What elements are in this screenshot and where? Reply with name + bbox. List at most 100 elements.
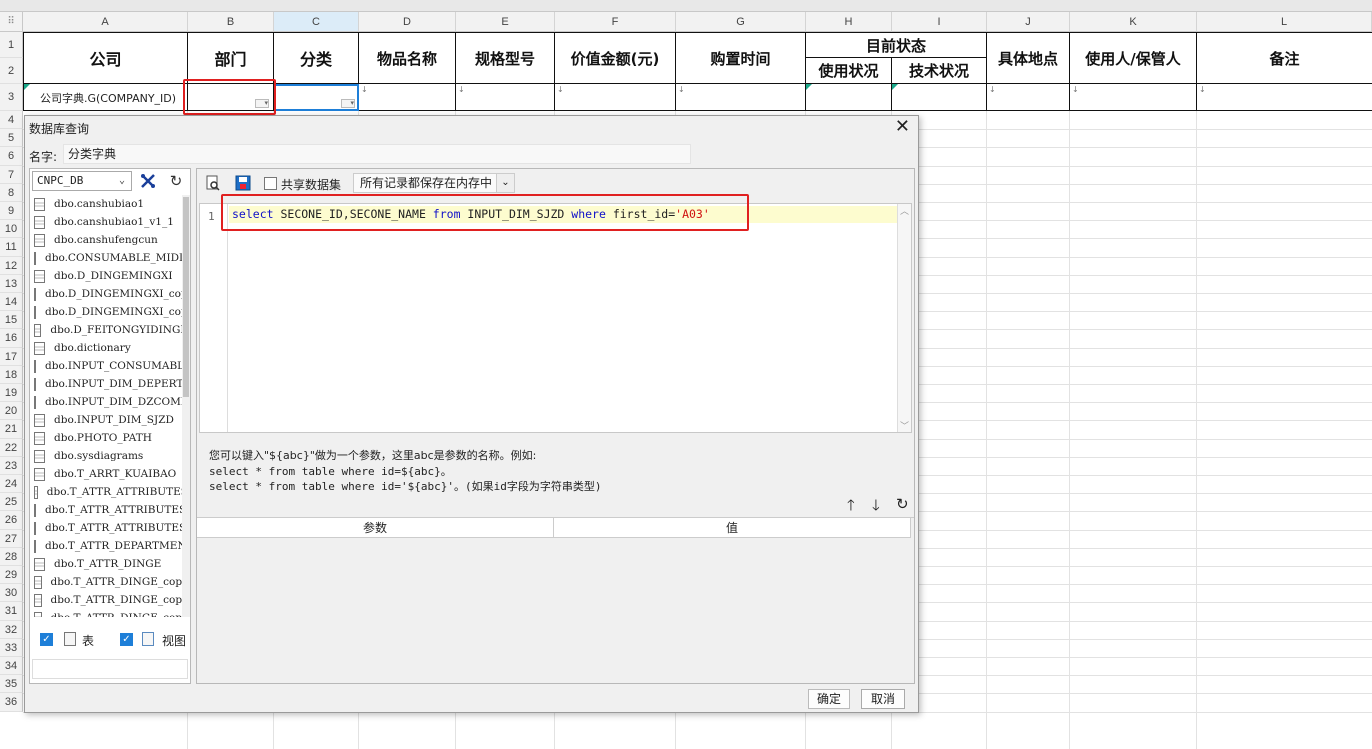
cell-k3[interactable]: ↓ [1070,84,1197,111]
table-list-item[interactable]: dbo.T_ATTR_DINGE_copy [32,573,188,591]
table-list-item[interactable]: dbo.canshufengcun [32,231,188,249]
header-company[interactable]: 公司 [23,32,188,84]
header-tech-status[interactable]: 技术状况 [892,58,987,84]
row-header-24[interactable]: 24 [0,475,23,494]
cell-e3[interactable]: ↓ [456,84,555,111]
cell-f3[interactable]: ↓ [555,84,676,111]
memory-mode-select[interactable]: 所有记录都保存在内存中 ⌄ [353,173,515,193]
column-header-l[interactable]: L [1197,12,1372,32]
table-list-item[interactable]: dbo.CONSUMABLE_MIDDLE_ [32,249,188,267]
row-header-33[interactable]: 33 [0,638,23,657]
row-header-16[interactable]: 16 [0,329,23,348]
table-list-item[interactable]: dbo.D_DINGEMINGXI [32,267,188,285]
header-purchase-time[interactable]: 购置时间 [676,32,806,84]
table-list-item[interactable]: dbo.T_ATTR_DINGE_copy [32,591,188,609]
row-header-8[interactable]: 8 [0,183,23,202]
cell-j3[interactable]: ↓ [987,84,1070,111]
header-remark[interactable]: 备注 [1197,32,1372,84]
row-header-3[interactable]: 3 [0,84,23,111]
table-list-item[interactable]: dbo.T_ATTR_DINGE [32,555,188,573]
row-header-2[interactable]: 2 [0,58,23,84]
table-list-item[interactable]: dbo.PHOTO_PATH [32,429,188,447]
cell-h3[interactable] [806,84,892,111]
ok-button[interactable]: 确定 [808,689,850,709]
row-header-17[interactable]: 17 [0,347,23,366]
header-category[interactable]: 分类 [274,32,359,84]
column-header-j[interactable]: J [987,12,1070,32]
cancel-button[interactable]: 取消 [861,689,905,709]
column-header-f[interactable]: F [555,12,676,32]
row-header-4[interactable]: 4 [0,111,23,130]
header-usage-status[interactable]: 使用状况 [806,58,892,84]
row-header-27[interactable]: 27 [0,529,23,548]
row-header-31[interactable]: 31 [0,602,23,621]
table-list-item[interactable]: dbo.INPUT_DIM_DZCOMPAN [32,393,188,411]
table-list-item[interactable]: dbo.D_DINGEMINGXI_copy [32,285,188,303]
header-spec[interactable]: 规格型号 [456,32,555,84]
row-header-25[interactable]: 25 [0,493,23,512]
scroll-up-icon[interactable]: ︿ [900,204,909,217]
header-location[interactable]: 具体地点 [987,32,1070,84]
cell-c3[interactable]: ▾ [274,84,359,111]
row-header-6[interactable]: 6 [0,147,23,166]
scrollbar-thumb[interactable] [183,197,189,397]
row-header-23[interactable]: 23 [0,456,23,475]
table-list-scrollbar[interactable] [182,195,190,617]
cell-g3[interactable]: ↓ [676,84,806,111]
table-list-item[interactable]: dbo.INPUT_DIM_DEPERTME [32,375,188,393]
table-list-item[interactable]: dbo.T_ATTR_ATTRIBUTES_ [32,519,188,537]
save-query-icon[interactable] [233,173,253,193]
row-header-34[interactable]: 34 [0,657,23,676]
header-user-keeper[interactable]: 使用人/保管人 [1070,32,1197,84]
column-header-d[interactable]: D [359,12,456,32]
header-department[interactable]: 部门 [188,32,274,84]
cell-l3[interactable]: ↓ [1197,84,1372,111]
row-header-14[interactable]: 14 [0,293,23,312]
column-header-a[interactable]: A [23,12,188,32]
connection-settings-icon[interactable] [138,171,158,191]
close-icon[interactable]: ✕ [895,118,910,136]
table-list-item[interactable]: dbo.canshubiao1_v1_1 [32,213,188,231]
row-header-26[interactable]: 26 [0,511,23,530]
row-header-29[interactable]: 29 [0,566,23,585]
table-list-item[interactable]: dbo.dictionary [32,339,188,357]
row-header-10[interactable]: 10 [0,220,23,239]
row-header-35[interactable]: 35 [0,675,23,694]
row-header-30[interactable]: 30 [0,584,23,603]
column-header-c[interactable]: C [274,12,359,32]
column-header-b[interactable]: B [188,12,274,32]
column-header-g[interactable]: G [676,12,806,32]
column-header-e[interactable]: E [456,12,555,32]
editor-scrollbar[interactable]: ︿ ﹀ [897,204,911,432]
row-header-28[interactable]: 28 [0,547,23,566]
row-header-19[interactable]: 19 [0,384,23,403]
header-value[interactable]: 价值金额(元) [555,32,676,84]
row-header-18[interactable]: 18 [0,365,23,384]
parameter-column-header[interactable]: 参数 [197,518,554,538]
table-list-item[interactable]: dbo.INPUT_CONSUMABLE [32,357,188,375]
sql-editor[interactable]: 1 select SECONE_ID,SECONE_NAME from INPU… [199,203,912,433]
cell-i3[interactable] [892,84,987,111]
cell-d3[interactable]: ↓ [359,84,456,111]
table-list-item[interactable]: dbo.T_ATTR_ATTRIBUTES [32,483,188,501]
row-header-21[interactable]: 21 [0,420,23,439]
row-header-5[interactable]: 5 [0,129,23,148]
table-list-item[interactable]: dbo.T_ARRT_KUAIBAO [32,465,188,483]
chevron-down-icon[interactable]: ⌄ [496,174,514,192]
table-list-item[interactable]: dbo.T_ATTR_ATTRIBUTES_ [32,501,188,519]
refresh-parameters-icon[interactable]: ↻ [896,495,909,513]
column-header-i[interactable]: I [892,12,987,32]
select-all-corner[interactable]: ⠿ [0,12,23,32]
table-list-item[interactable]: dbo.sysdiagrams [32,447,188,465]
chevron-down-icon[interactable]: ⌄ [115,172,129,190]
row-header-1[interactable]: 1 [0,32,23,58]
preview-icon[interactable] [203,173,223,193]
table-filter-input[interactable] [32,659,188,679]
dropdown-indicator-icon[interactable]: ▾ [341,99,355,108]
table-list-item[interactable]: dbo.canshubiao1 [32,195,188,213]
filter-view-checkbox[interactable]: ✓ [120,633,133,646]
header-current-status[interactable]: 目前状态 [806,32,987,58]
row-header-11[interactable]: 11 [0,238,23,257]
name-input[interactable]: 分类字典 [63,144,691,164]
table-list-item[interactable]: dbo.T_ATTR_DINGE_copy [32,609,188,617]
